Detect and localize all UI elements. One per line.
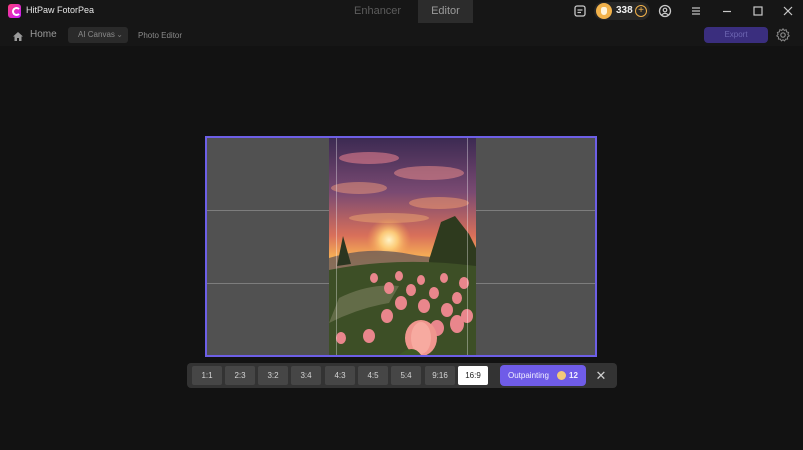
add-credits-icon[interactable]: + [635, 5, 647, 17]
minimize-icon[interactable] [719, 3, 735, 19]
outpainting-cost: 12 [569, 371, 578, 380]
ratio-9-16-button[interactable]: 9:16 [425, 366, 455, 385]
chevron-down-icon: ⌄ [116, 30, 123, 39]
aspect-ratio-toolbar: 1:1 2:3 3:2 3:4 4:3 4:5 5:4 9:16 16:9 Ou… [187, 363, 617, 388]
title-bar: HitPaw FotorPea Enhancer Editor 338 + [0, 0, 803, 23]
outpaint-canvas[interactable] [205, 136, 597, 357]
ratio-3-2-button[interactable]: 3:2 [258, 366, 288, 385]
home-link[interactable]: Home [30, 29, 57, 40]
ratio-4-3-button[interactable]: 4:3 [325, 366, 355, 385]
source-photo[interactable] [329, 138, 476, 355]
outpainting-label: Outpainting [508, 371, 549, 380]
gear-icon[interactable] [775, 27, 791, 43]
close-icon[interactable] [780, 3, 796, 19]
ratio-1-1-button[interactable]: 1:1 [192, 366, 222, 385]
coin-icon [557, 371, 566, 380]
ratio-3-4-button[interactable]: 3:4 [291, 366, 321, 385]
close-toolbar-button[interactable]: ✕ [592, 366, 610, 385]
announcement-icon[interactable] [572, 3, 588, 19]
crop-guide-line [336, 138, 337, 355]
mode-tabs: Enhancer Editor [337, 0, 473, 23]
coin-icon [596, 3, 612, 19]
app-logo [8, 4, 21, 18]
crop-guide-line [467, 138, 468, 355]
tab-editor[interactable]: Editor [418, 0, 473, 23]
breadcrumb-photo-editor[interactable]: Photo Editor [138, 31, 182, 40]
maximize-icon[interactable] [750, 3, 766, 19]
ratio-2-3-button[interactable]: 2:3 [225, 366, 255, 385]
ratio-5-4-button[interactable]: 5:4 [391, 366, 421, 385]
home-icon[interactable] [12, 29, 24, 41]
ratio-16-9-button[interactable]: 16:9 [458, 366, 488, 385]
ratio-4-5-button[interactable]: 4:5 [358, 366, 388, 385]
account-icon[interactable] [657, 3, 673, 19]
credit-count: 338 [616, 5, 633, 16]
breadcrumb-ai-canvas[interactable]: AI Canvas ⌄ [68, 27, 128, 43]
close-icon: ✕ [595, 368, 607, 383]
credits-badge[interactable]: 338 + [594, 2, 650, 20]
menu-icon[interactable] [688, 3, 704, 19]
app-title: HitPaw FotorPea [26, 5, 95, 15]
tab-enhancer[interactable]: Enhancer [337, 0, 418, 23]
outpainting-button[interactable]: Outpainting 12 [500, 365, 586, 386]
ai-canvas-label: AI Canvas [78, 30, 115, 39]
export-button[interactable]: Export [704, 27, 768, 43]
